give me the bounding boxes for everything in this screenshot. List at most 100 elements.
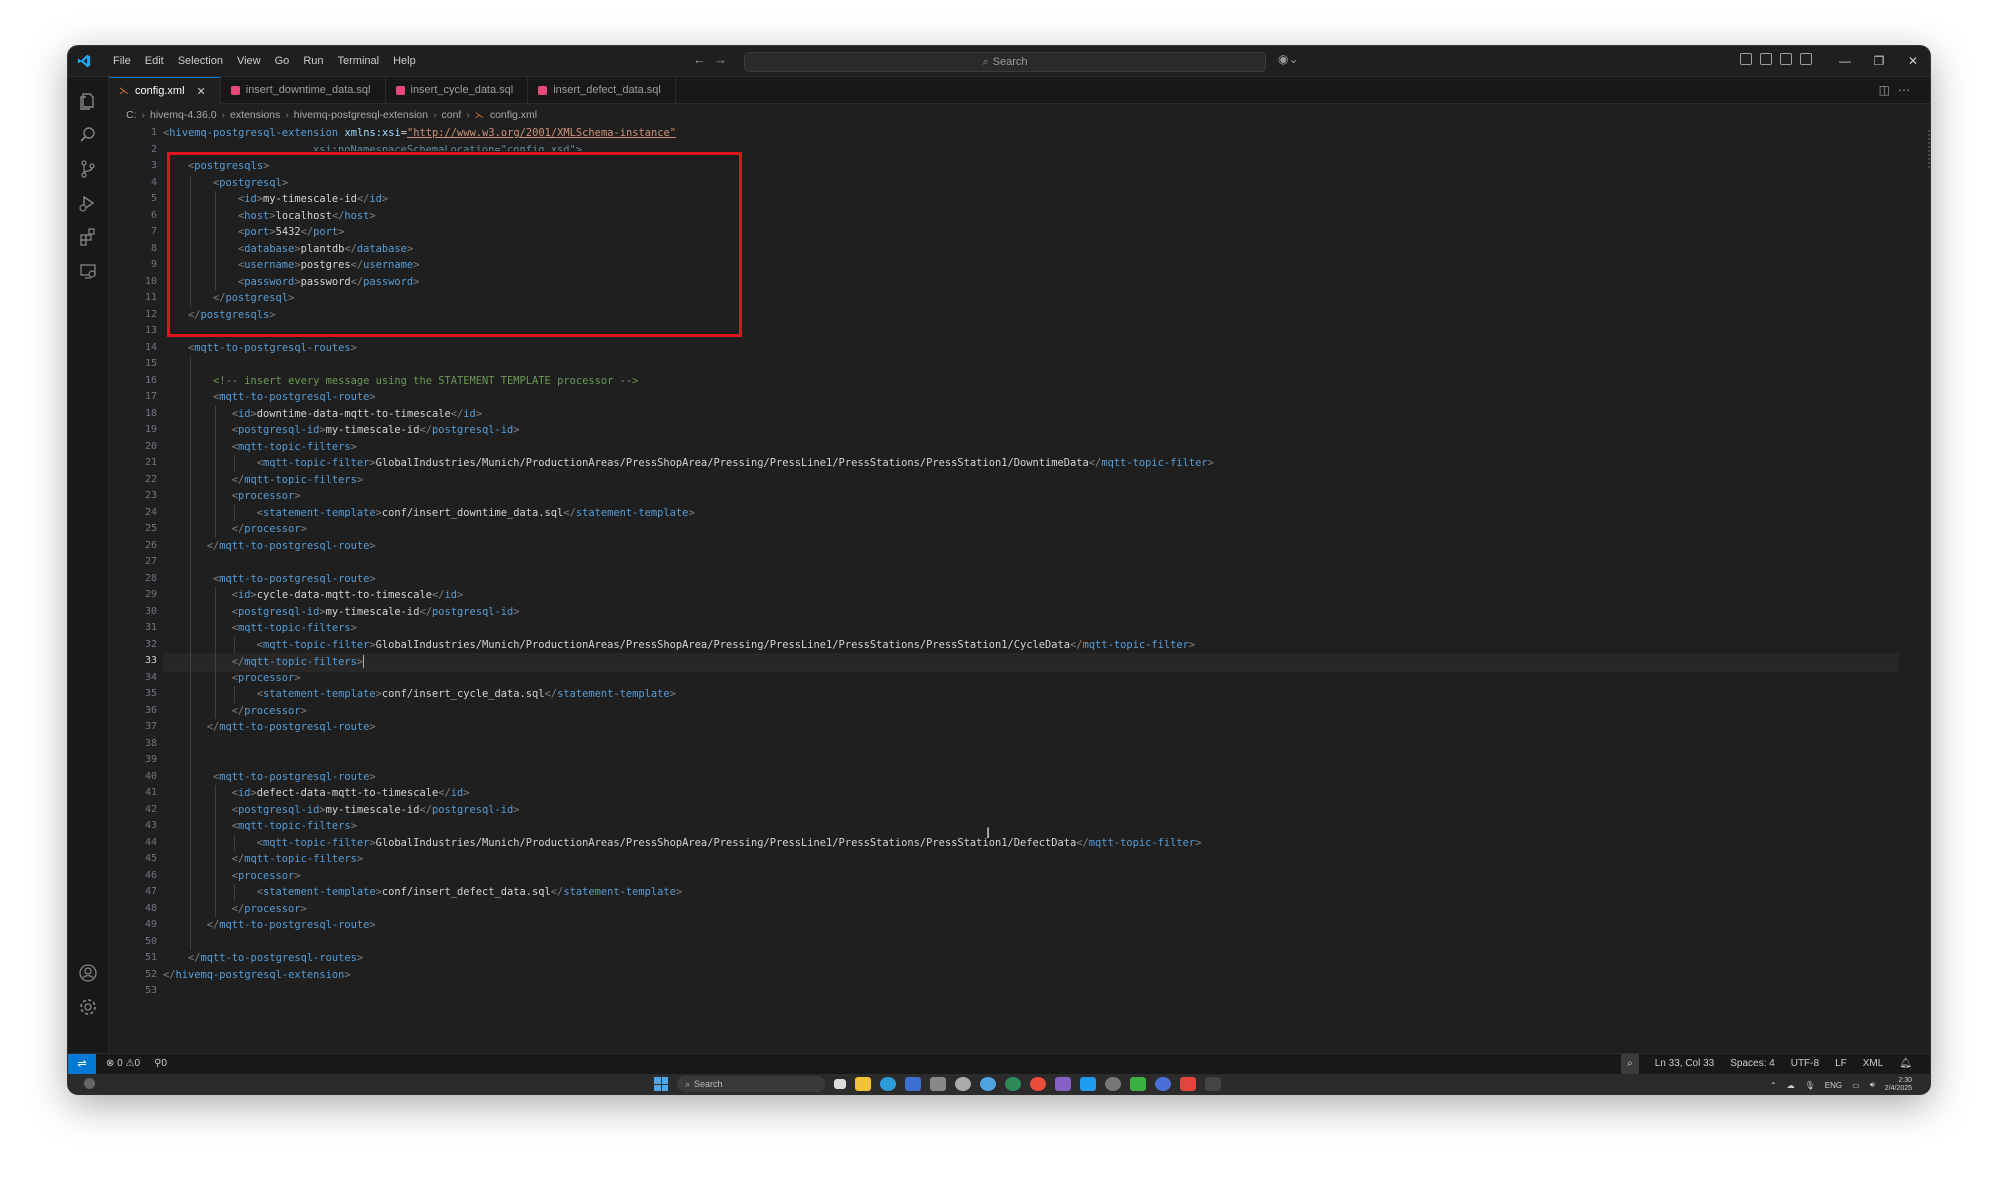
code-line[interactable]: <id>cycle-data-mqtt-to-timescale</id> [163,587,464,604]
code-line[interactable]: <mqtt-topic-filters> [163,818,357,835]
app-icon[interactable] [1180,1077,1196,1091]
tab-insert-cycle-data-sql[interactable]: insert_cycle_data.sql [386,77,529,103]
settings-gear-icon[interactable] [68,989,108,1025]
volume-icon[interactable]: 🔊︎ [1870,1080,1875,1090]
remote-indicator-icon[interactable]: ⇌ [68,1054,96,1074]
breadcrumb-extensions[interactable]: extensions [230,109,280,121]
widgets-icon[interactable] [84,1078,95,1089]
store-icon[interactable] [905,1077,921,1091]
code-line[interactable]: <postgresql-id>my-timescale-id</postgres… [163,422,520,439]
code-line[interactable]: </mqtt-to-postgresql-route> [163,917,376,934]
code-line[interactable]: <hivemq-postgresql-extension xmlns:xsi="… [163,125,676,142]
app-icon[interactable] [1130,1077,1146,1091]
chevron-up-icon[interactable]: ⌃ [1770,1081,1777,1090]
vscode-taskbar-icon[interactable] [1080,1077,1096,1091]
search-icon[interactable] [68,117,108,153]
code-line[interactable]: <mqtt-to-postgresql-route> [163,571,376,588]
code-line[interactable]: <mqtt-to-postgresql-route> [163,769,376,786]
code-line[interactable]: <postgresql-id>my-timescale-id</postgres… [163,604,520,621]
code-line[interactable]: </hivemq-postgresql-extension> [163,967,351,984]
language-mode[interactable]: XML [1863,1054,1884,1074]
code-line[interactable]: <statement-template>conf/insert_downtime… [163,505,695,522]
menu-view[interactable]: View [230,55,268,67]
explorer-icon[interactable] [68,83,108,119]
end-of-line[interactable]: LF [1835,1054,1847,1074]
terminal-icon[interactable] [1205,1077,1221,1091]
close-icon[interactable]: ✕ [1896,46,1930,76]
menu-selection[interactable]: Selection [171,55,230,67]
zoom-icon[interactable]: ⌕ [1621,1054,1639,1074]
forward-arrow-icon[interactable]: → [714,52,735,67]
code-line[interactable]: <id>defect-data-mqtt-to-timescale</id> [163,785,470,802]
code-line[interactable]: <mqtt-topic-filter>GlobalIndustries/Muni… [163,455,1214,472]
toggle-panel-icon[interactable] [1780,53,1792,65]
app-icon[interactable] [1005,1077,1021,1091]
code-line[interactable]: </mqtt-to-postgresql-route> [163,719,376,736]
app-icon[interactable] [1155,1077,1171,1091]
code-line[interactable]: <mqtt-topic-filters> [163,620,357,637]
code-line[interactable]: <processor> [163,488,301,505]
toggle-primary-sidebar-icon[interactable] [1760,53,1772,65]
code-line[interactable]: </mqtt-topic-filters> [163,653,1899,672]
code-line[interactable]: <statement-template>conf/insert_defect_d… [163,884,682,901]
restore-icon[interactable]: ❐ [1862,46,1896,76]
source-control-icon[interactable] [68,151,108,187]
code-line[interactable]: <statement-template>conf/insert_cycle_da… [163,686,676,703]
code-line[interactable]: <mqtt-topic-filters> [163,439,357,456]
microphone-icon[interactable]: 🎙︎ [1805,1081,1815,1090]
display-icon[interactable]: ▭ [1852,1081,1860,1090]
calendar-app-icon[interactable] [930,1077,946,1091]
minimize-icon[interactable]: — [1828,46,1862,76]
code-line[interactable]: </mqtt-to-postgresql-route> [163,538,376,555]
cursor-position[interactable]: Ln 33, Col 33 [1655,1054,1715,1074]
code-line[interactable]: <mqtt-to-postgresql-routes> [163,340,357,357]
problems-indicator[interactable]: ⊗ 0 ⚠0 [106,1054,140,1074]
start-menu-icon[interactable] [654,1077,668,1091]
code-line[interactable]: </mqtt-to-postgresql-routes> [163,950,363,967]
tab-insert-defect-data-sql[interactable]: insert_defect_data.sql [528,77,676,103]
code-line[interactable]: <mqtt-topic-filter>GlobalIndustries/Muni… [163,637,1195,654]
close-tab-icon[interactable]: ✕ [197,85,206,98]
code-line[interactable]: <mqtt-to-postgresql-route> [163,389,376,406]
command-center-search[interactable]: ⌕ Search [744,52,1266,72]
code-line[interactable]: <processor> [163,868,301,885]
code-line[interactable]: </mqtt-topic-filters> [163,472,363,489]
tab-config-xml[interactable]: ⋋ config.xml ✕ [109,77,221,104]
code-line[interactable]: <id>downtime-data-mqtt-to-timescale</id> [163,406,482,423]
breadcrumb-conf[interactable]: conf [441,109,461,121]
minimap[interactable] [1928,128,1930,188]
network-icon[interactable]: ☁ [1787,1081,1795,1090]
taskbar-search[interactable]: ⌕ Search [677,1076,825,1092]
back-arrow-icon[interactable]: ← [693,52,714,67]
indentation[interactable]: Spaces: 4 [1730,1054,1774,1074]
encoding[interactable]: UTF-8 [1791,1054,1819,1074]
menu-help[interactable]: Help [386,55,423,67]
tab-insert-downtime-data-sql[interactable]: insert_downtime_data.sql [221,77,386,103]
menu-terminal[interactable]: Terminal [331,55,387,67]
code-line[interactable]: </processor> [163,521,307,538]
chrome-icon[interactable] [1030,1077,1046,1091]
app-icon[interactable] [955,1077,971,1091]
code-line[interactable]: <processor> [163,670,301,687]
copilot-icon[interactable]: ◉⌄ [1278,52,1299,66]
code-line[interactable]: <postgresql-id>my-timescale-id</postgres… [163,802,520,819]
remote-explorer-icon[interactable] [68,253,108,289]
code-line[interactable]: </processor> [163,703,307,720]
menu-file[interactable]: File [106,55,138,67]
menu-go[interactable]: Go [268,55,297,67]
code-line[interactable]: <mqtt-topic-filter>GlobalIndustries/Muni… [163,835,1202,852]
more-actions-icon[interactable]: ⋯ [1898,83,1918,97]
toggle-secondary-sidebar-icon[interactable] [1800,53,1812,65]
customize-layout-icon[interactable] [1740,53,1752,65]
clock[interactable]: 2:30 2/4/2025 [1885,1077,1912,1093]
edge-browser-icon[interactable] [880,1077,896,1091]
menu-edit[interactable]: Edit [138,55,171,67]
ports-indicator[interactable]: ⚲0 [154,1054,167,1074]
notifications-bell-icon[interactable]: 🔔︎ [1899,1054,1912,1074]
task-view-icon[interactable] [834,1079,846,1089]
run-debug-icon[interactable] [68,185,108,221]
app-icon[interactable] [1105,1077,1121,1091]
split-editor-icon[interactable]: ◫ [1879,83,1898,97]
breadcrumb-extension-folder[interactable]: hivemq-postgresql-extension [294,109,428,121]
code-line[interactable]: </processor> [163,901,307,918]
